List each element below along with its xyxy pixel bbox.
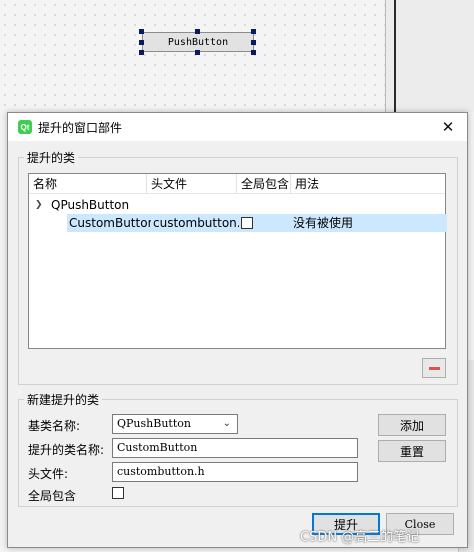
- row-header-file: custombutton.h: [153, 216, 239, 230]
- add-button[interactable]: 添加: [378, 414, 446, 436]
- chevron-down-icon[interactable]: ❯: [35, 196, 43, 214]
- tree-node-base-class[interactable]: ❯ QPushButton: [29, 196, 445, 214]
- promoted-classes-title: 提升的类: [24, 149, 79, 166]
- class-name-label: 提升的类名称:: [28, 443, 105, 457]
- tree-header: 名称 头文件 全局包含 用法: [29, 174, 445, 194]
- selection-handle[interactable]: [195, 50, 200, 55]
- add-button-label: 添加: [399, 418, 424, 433]
- global-include-checkbox[interactable]: [112, 487, 124, 499]
- reset-button[interactable]: 重置: [378, 440, 446, 462]
- qt-logo-icon: Qt: [18, 120, 32, 134]
- table-row[interactable]: CustomButton custombutton.h 没有被使用: [67, 214, 447, 232]
- global-include-label: 全局包含: [28, 489, 77, 503]
- row-usage: 没有被使用: [293, 216, 354, 230]
- selection-handle[interactable]: [195, 29, 200, 34]
- designer-pushbutton-label: PushButton: [167, 36, 229, 48]
- class-name-input-value: CustomButton: [117, 441, 198, 454]
- base-class-combobox[interactable]: QPushButton ⌄: [112, 414, 238, 434]
- designer-pushbutton[interactable]: PushButton: [142, 32, 254, 52]
- promoted-widgets-dialog: Qt 提升的窗口部件 ✕ 提升的类 名称 头文件 全局包含 用法 ❯ QPush…: [7, 112, 468, 548]
- selection-handle[interactable]: [251, 29, 256, 34]
- watermark: CSDN @高三的笔记: [300, 530, 420, 545]
- chevron-down-icon: ⌄: [222, 418, 231, 429]
- reset-button-label: 重置: [399, 444, 424, 459]
- dialog-titlebar: Qt 提升的窗口部件 ✕: [8, 113, 467, 141]
- selection-handle[interactable]: [251, 40, 256, 45]
- selection-handle[interactable]: [139, 29, 144, 34]
- column-header-name[interactable]: 名称: [29, 174, 147, 194]
- new-promoted-class-title: 新建提升的类: [24, 391, 103, 408]
- header-file-input-value: custombutton.h: [117, 465, 205, 478]
- promoted-classes-tree[interactable]: 名称 头文件 全局包含 用法 ❯ QPushButton CustomButto…: [28, 173, 447, 349]
- base-class-combobox-value: QPushButton: [117, 417, 191, 430]
- column-header-global-include[interactable]: 全局包含: [237, 174, 291, 194]
- row-global-include-checkbox[interactable]: [241, 217, 253, 229]
- class-name-input[interactable]: CustomButton: [112, 438, 358, 458]
- column-header-header-file[interactable]: 头文件: [147, 174, 237, 194]
- base-class-node-label: QPushButton: [51, 198, 130, 212]
- column-header-usage[interactable]: 用法: [291, 174, 447, 194]
- remove-class-button[interactable]: [422, 358, 446, 378]
- dialog-title: 提升的窗口部件: [38, 120, 123, 135]
- selection-handle[interactable]: [139, 40, 144, 45]
- side-panel: [386, 0, 474, 112]
- row-name: CustomButton: [69, 216, 151, 230]
- base-class-label: 基类名称:: [28, 419, 81, 433]
- close-icon[interactable]: ✕: [439, 118, 457, 136]
- form-canvas[interactable]: [0, 0, 386, 112]
- selection-handle[interactable]: [251, 50, 256, 55]
- header-file-label: 头文件:: [28, 467, 69, 481]
- selection-handle[interactable]: [139, 50, 144, 55]
- header-file-input[interactable]: custombutton.h: [112, 462, 358, 482]
